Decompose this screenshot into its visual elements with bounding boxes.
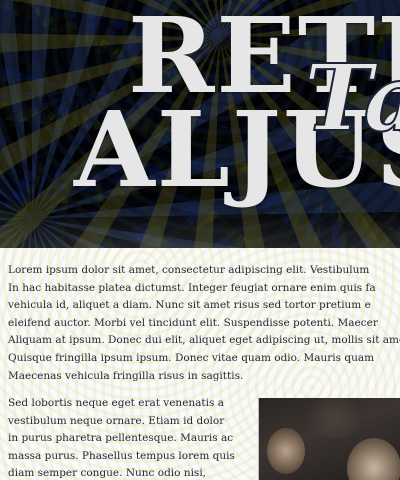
paragraph-2-line: vestibulum neque ornare. Etiam id dolor [8,414,225,427]
paragraph-2-line: massa purus. Phasellus tempus lorem quis [8,449,235,462]
paragraph-1-line: Maecenas vehicula fringilla risus in sag… [8,369,244,382]
hero-script-flourish: Ta [303,43,400,153]
paragraph-2-line: in purus pharetra pellentesque. Mauris a… [8,432,234,445]
hero-pattern-fade [0,208,400,248]
paragraph-1-line: eleifend auctor. Morbi vel tincidunt eli… [8,316,378,329]
hero-script-text: Ta [304,44,400,152]
photo-highlight [267,428,305,474]
paragraph-2-line: diam semper congue. Nunc odio nisi, [8,467,207,480]
paragraph-1-line: vehicula id, aliquet a diam. Nunc sit am… [8,299,371,312]
photo-shadow [299,398,369,438]
paragraph-1-line: Lorem ipsum dolor sit amet, consectetur … [8,264,370,276]
paragraph-1-line: Aliquam at ipsum. Donec dui elit, alique… [8,334,400,347]
paragraph-2-line: Sed lobortis neque eget erat venenatis a [8,397,224,409]
article-content: Lorem ipsum dolor sit amet, consectetur … [0,248,400,480]
photo-figure [347,438,400,480]
article-photo [258,398,400,480]
paragraph-1-line: In hac habitasse platea dictumst. Intege… [8,281,376,294]
paragraph-1-line: Quisque fringilla ipsum ipsum. Donec vit… [8,351,375,364]
article-paragraph-2: Sed lobortis neque eget erat venenatis a… [8,395,235,480]
hero-banner: RETI ALJUS Ta [0,0,400,248]
article-paragraph-1: Lorem ipsum dolor sit amet, consectetur … [8,262,400,385]
